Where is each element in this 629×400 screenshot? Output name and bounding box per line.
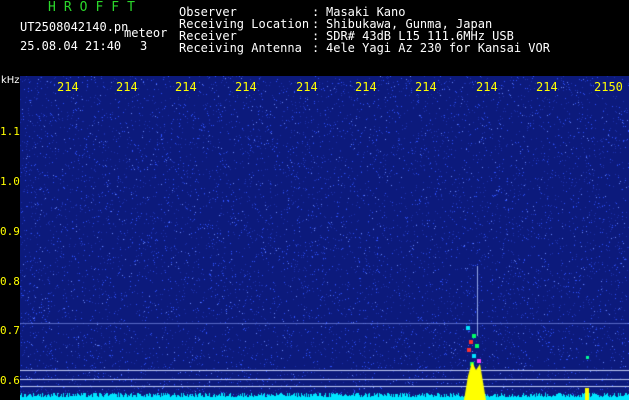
y-tick-label: 0.7 bbox=[0, 324, 20, 337]
antenna-value: 4ele Yagi Az 230 for Kansai VOR bbox=[326, 41, 550, 55]
freq-tick-label: 214 bbox=[476, 80, 498, 94]
meteor-count: 3 bbox=[140, 39, 148, 53]
antenna-colon: : bbox=[312, 41, 320, 55]
freq-tick-label: 214 bbox=[355, 80, 377, 94]
freq-tick-label: 214 bbox=[536, 80, 558, 94]
spectrogram-canvas bbox=[20, 76, 629, 400]
app-title: HROFFT bbox=[48, 0, 143, 15]
freq-tick-label: 214 bbox=[175, 80, 197, 94]
header: HROFFT UT2508042140.pn meteor 25.08.04 2… bbox=[0, 0, 629, 76]
freq-tick-label: 214 bbox=[415, 80, 437, 94]
spectrogram-waterfall bbox=[20, 76, 629, 400]
antenna-label: Receiving Antenna bbox=[179, 41, 302, 55]
y-tick-label: 1.1 bbox=[0, 125, 20, 138]
filename: UT2508042140.pn bbox=[20, 20, 129, 34]
freq-tick-label: 214 bbox=[57, 80, 79, 94]
y-tick-label: 0.6 bbox=[0, 374, 20, 387]
freq-tick-label: 214 bbox=[116, 80, 138, 94]
freq-tick-label: 214 bbox=[296, 80, 318, 94]
y-tick-label: 0.9 bbox=[0, 225, 20, 238]
freq-tick-label: 2150 bbox=[594, 80, 623, 94]
y-tick-label: 0.8 bbox=[0, 275, 20, 288]
filename-suffix: meteor bbox=[124, 26, 168, 40]
timestamp: 25.08.04 21:40 bbox=[20, 39, 122, 53]
y-unit-label: kHz bbox=[1, 75, 20, 86]
y-tick-label: 1.0 bbox=[0, 175, 20, 188]
freq-tick-label: 214 bbox=[235, 80, 257, 94]
